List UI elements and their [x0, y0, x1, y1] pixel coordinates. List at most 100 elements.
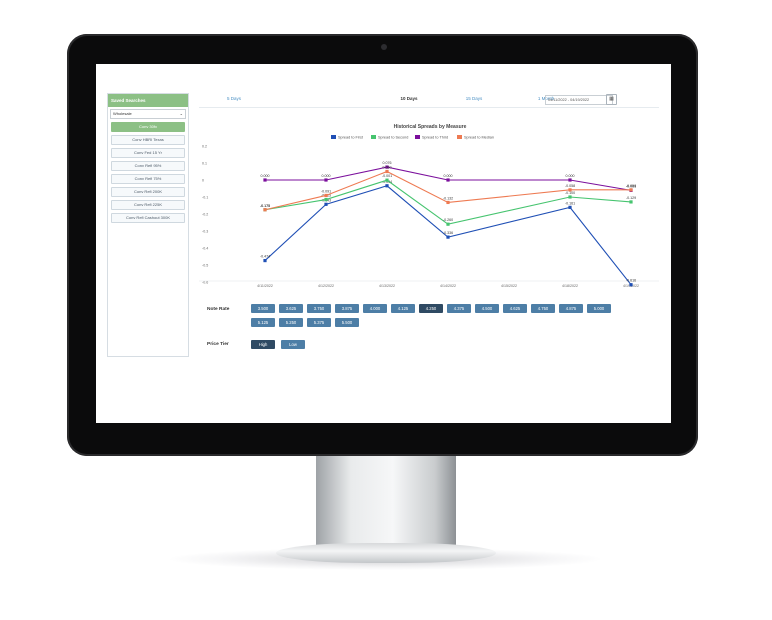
- note-rate-option[interactable]: 4.375: [447, 304, 471, 313]
- data-label: -0.058: [565, 184, 575, 188]
- x-tick-label: 4/11/2022: [257, 284, 273, 288]
- note-rate-option[interactable]: 4.000: [363, 304, 387, 313]
- monitor-stand-base: [276, 543, 496, 563]
- data-point[interactable]: [568, 195, 572, 199]
- y-tick-label: 0: [202, 178, 204, 182]
- channel-dropdown-value: Wholesale: [113, 111, 132, 116]
- y-tick-label: 0.1: [202, 161, 207, 165]
- x-tick-label: 4/15/2022: [501, 284, 517, 288]
- saved-search-item[interactable]: Conv Refi 225K: [111, 200, 185, 210]
- legend-swatch: [331, 135, 336, 139]
- legend-label: Spread to Third: [422, 136, 448, 140]
- saved-search-item[interactable]: Conv Refi 75%: [111, 174, 185, 184]
- data-point[interactable]: [385, 184, 389, 188]
- saved-search-item[interactable]: Conv Fed 15 Yr: [111, 148, 185, 158]
- calendar-icon[interactable]: ▦: [606, 94, 617, 105]
- data-label: -0.129: [626, 196, 636, 200]
- data-point[interactable]: [324, 197, 328, 202]
- price-tier-option[interactable]: High: [251, 340, 275, 349]
- data-label: 0.000: [322, 174, 331, 178]
- note-rate-option[interactable]: 4.125: [391, 304, 415, 313]
- screen: Saved Searches Wholesale ⌄ Conv 30fx Conv…: [96, 64, 671, 423]
- data-point[interactable]: [629, 283, 633, 287]
- price-tier-option[interactable]: Low: [281, 340, 305, 349]
- date-range-input[interactable]: 04/11/2022 - 04/19/2022: [545, 95, 613, 105]
- y-tick-label: 0.2: [202, 144, 207, 148]
- tab-15-days[interactable]: 15 Days: [439, 96, 509, 101]
- data-label: 0.000: [261, 174, 270, 178]
- legend-swatch: [371, 135, 376, 139]
- data-label: -0.100: [565, 191, 575, 195]
- saved-search-item[interactable]: Conv Refi 200K: [111, 187, 185, 197]
- chart-legend: Spread to First Spread to Second Spread to…: [331, 135, 494, 140]
- data-point[interactable]: [446, 178, 450, 182]
- note-rate-option[interactable]: 4.875: [559, 304, 583, 313]
- data-label: -0.474: [260, 255, 270, 259]
- data-point[interactable]: [385, 169, 389, 174]
- data-point[interactable]: [385, 178, 389, 182]
- data-label: 0.000: [566, 174, 575, 178]
- data-label: 0.050: [383, 166, 392, 170]
- saved-search-item[interactable]: Conv HBRI Texas: [111, 135, 185, 145]
- x-tick-label: 4/14/2022: [440, 284, 456, 288]
- saved-search-item[interactable]: Conv Refi 95%: [111, 161, 185, 171]
- data-point[interactable]: [324, 193, 328, 198]
- saved-searches-title: Saved Searches: [108, 94, 188, 107]
- data-point[interactable]: [629, 200, 633, 204]
- note-rate-option[interactable]: 3.500: [251, 304, 275, 313]
- note-rate-option[interactable]: 4.250: [419, 304, 443, 313]
- data-point[interactable]: [629, 188, 633, 192]
- y-tick-label: -0.1: [202, 195, 208, 199]
- data-label: -0.132: [443, 196, 453, 200]
- note-rate-option[interactable]: 4.750: [531, 304, 555, 313]
- note-rate-option[interactable]: 4.500: [475, 304, 499, 313]
- price-tier-label: Price Tier: [207, 342, 229, 347]
- chart-series: -0.474-0.143-0.034-0.336-0.161-0.616-0.1…: [260, 161, 636, 287]
- data-point[interactable]: [263, 178, 267, 182]
- tabs-divider: [199, 107, 659, 108]
- spreads-chart: Historical Spreads by Measure Spread to …: [199, 124, 659, 288]
- legend-label: Spread to Second: [378, 136, 408, 140]
- data-point[interactable]: [568, 205, 572, 209]
- data-point[interactable]: [324, 178, 328, 182]
- y-tick-label: -0.3: [202, 229, 208, 233]
- saved-searches-panel: Saved Searches Wholesale ⌄ Conv 30fx Conv…: [107, 93, 189, 357]
- data-point[interactable]: [263, 208, 267, 212]
- data-point[interactable]: [568, 178, 572, 182]
- data-label: -0.161: [565, 201, 575, 205]
- data-point[interactable]: [263, 258, 267, 263]
- note-rate-option[interactable]: 3.750: [307, 304, 331, 313]
- channel-dropdown[interactable]: Wholesale ⌄: [110, 109, 186, 119]
- data-label: -0.616: [626, 279, 636, 283]
- data-point[interactable]: [324, 202, 328, 206]
- data-point[interactable]: [446, 222, 450, 226]
- note-rate-option[interactable]: 3.875: [335, 304, 359, 313]
- x-tick-label: 4/12/2022: [318, 284, 334, 288]
- data-label: -0.260: [443, 218, 453, 222]
- note-rate-option[interactable]: 5.500: [335, 318, 359, 327]
- note-rate-option[interactable]: 5.375: [307, 318, 331, 327]
- data-label: 0.000: [444, 174, 453, 178]
- saved-search-item[interactable]: Conv 30fx: [111, 122, 185, 132]
- note-rate-option[interactable]: 4.625: [503, 304, 527, 313]
- note-rate-option[interactable]: 5.125: [251, 318, 275, 327]
- chevron-down-icon: ⌄: [179, 111, 183, 116]
- tab-10-days[interactable]: 10 Days: [374, 96, 444, 101]
- data-point[interactable]: [446, 235, 450, 239]
- period-tabs: 5 Days 10 Days 15 Days 1 Month: [199, 93, 554, 108]
- note-rate-label: Note Rate: [207, 307, 230, 312]
- y-tick-label: -0.5: [202, 263, 208, 267]
- data-point[interactable]: [446, 200, 450, 205]
- x-axis-ticks: 4/11/2022 4/12/2022 4/13/2022 4/14/2022 4/15…: [257, 284, 639, 288]
- x-tick-label: 4/13/2022: [379, 284, 395, 288]
- tab-5-days[interactable]: 5 Days: [199, 96, 269, 101]
- data-point[interactable]: [568, 188, 572, 192]
- data-label: -0.001: [382, 174, 392, 178]
- note-rate-option[interactable]: 5.250: [279, 318, 303, 327]
- legend-swatch: [415, 135, 420, 139]
- saved-search-item[interactable]: Conv Refi Cashout 300K: [111, 213, 185, 223]
- legend-swatch: [457, 135, 462, 139]
- note-rate-option[interactable]: 3.625: [279, 304, 303, 313]
- x-tick-label: 4/18/2022: [562, 284, 578, 288]
- note-rate-option[interactable]: 5.000: [587, 304, 611, 313]
